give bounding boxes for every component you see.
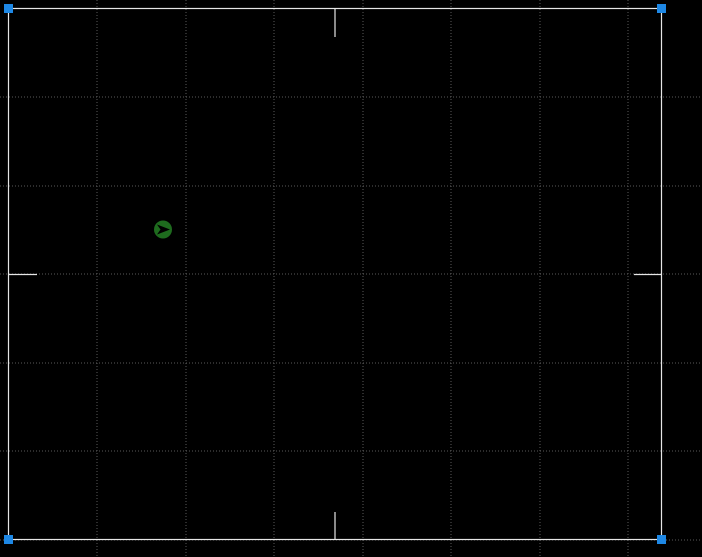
- resize-handle-bottom-right[interactable]: [657, 535, 666, 544]
- resize-handle-top-left[interactable]: [4, 4, 13, 13]
- selection-frame[interactable]: [7, 7, 663, 541]
- design-canvas[interactable]: [0, 0, 702, 557]
- resize-handle-top-right[interactable]: [657, 4, 666, 13]
- resize-handle-bottom-left[interactable]: [4, 535, 13, 544]
- canvas-drawing-surface[interactable]: [0, 0, 702, 557]
- grid-layer: [0, 0, 702, 557]
- direction-marker[interactable]: [154, 220, 172, 239]
